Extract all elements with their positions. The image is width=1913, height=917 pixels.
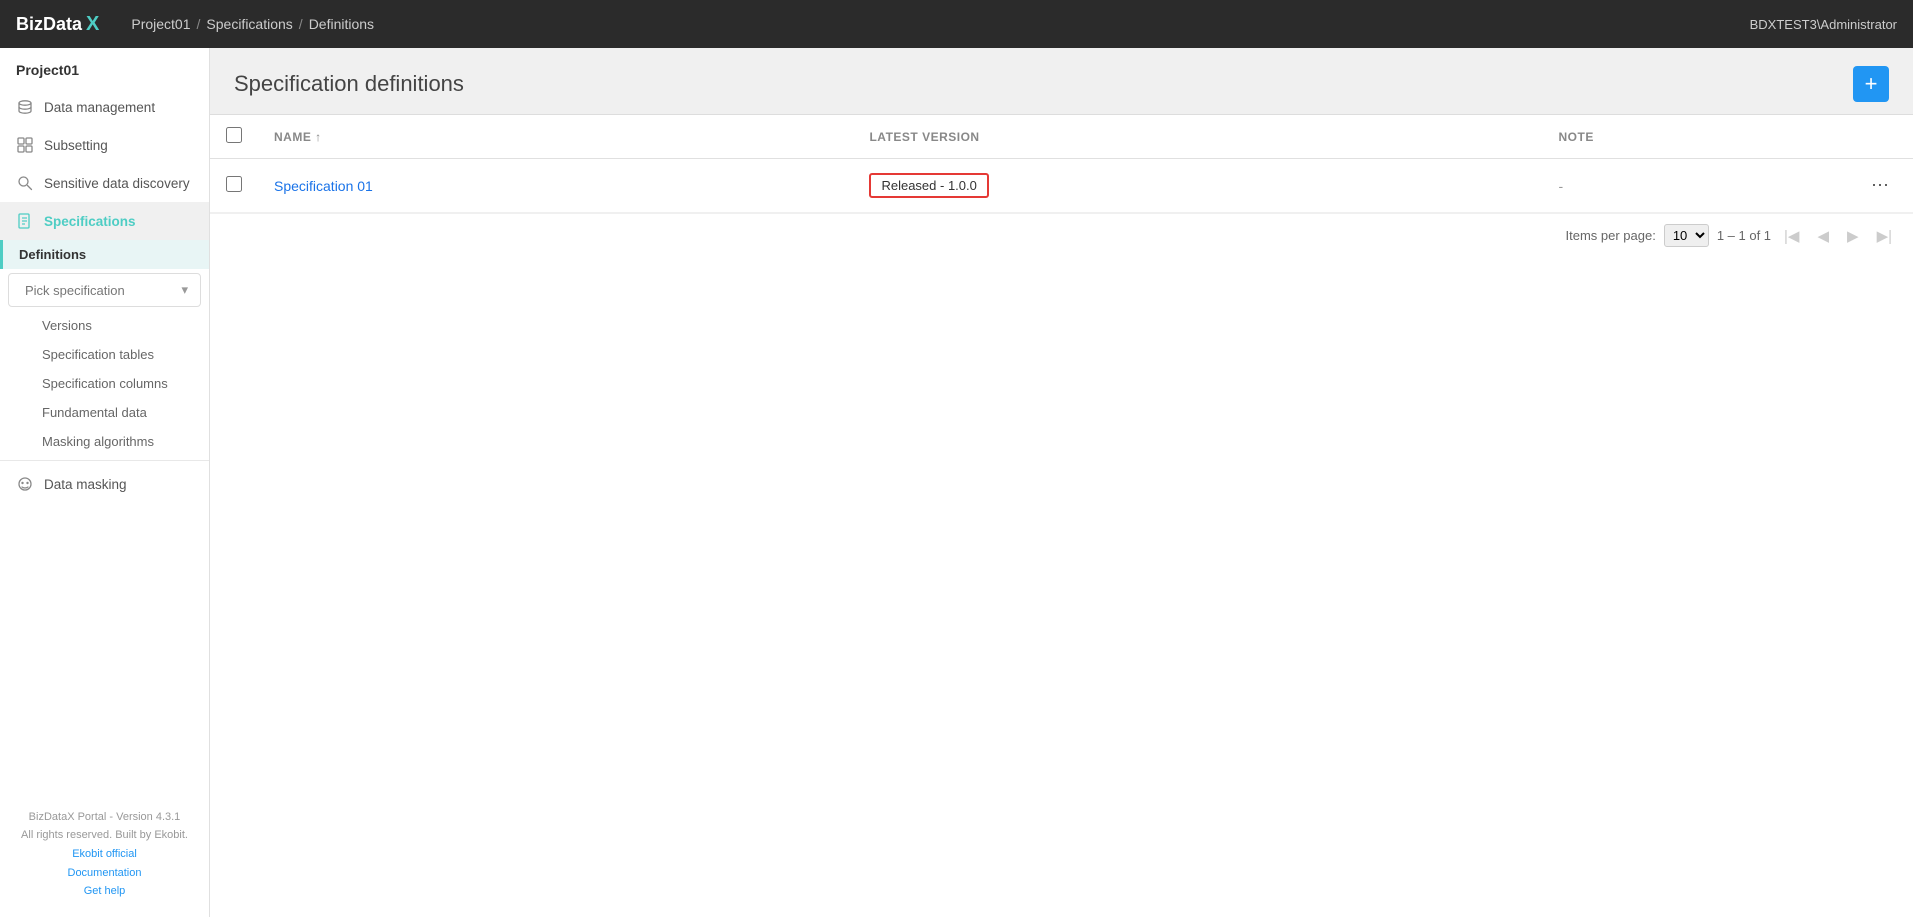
- topnav-left: BizData X Project01 / Specifications / D…: [16, 13, 374, 36]
- chevron-down-icon: ▾: [181, 282, 188, 298]
- definitions-label: Definitions: [19, 247, 86, 262]
- masking-algorithms-label: Masking algorithms: [42, 434, 154, 449]
- sidebar-item-sensitive-data[interactable]: Sensitive data discovery: [0, 164, 209, 202]
- breadcrumb-specifications[interactable]: Specifications: [206, 16, 292, 32]
- database-icon: [16, 98, 34, 116]
- spec-columns-label: Specification columns: [42, 376, 168, 391]
- logo-x: X: [86, 13, 99, 36]
- sidebar-subitem-versions[interactable]: Versions: [0, 311, 209, 340]
- row-note-cell: -: [1543, 159, 1849, 213]
- sidebar-item-data-management-label: Data management: [44, 100, 155, 115]
- fundamental-data-label: Fundamental data: [42, 405, 147, 420]
- sidebar-subitem-fundamental-data[interactable]: Fundamental data: [0, 398, 209, 427]
- versions-label: Versions: [42, 318, 92, 333]
- search-icon: [16, 174, 34, 192]
- pagination-range: 1 – 1 of 1: [1717, 228, 1771, 243]
- topnav: BizData X Project01 / Specifications / D…: [0, 0, 1913, 48]
- footer-version: BizDataX Portal - Version 4.3.1: [16, 808, 193, 827]
- table-header-row: NAME ↑ LATEST VERSION NOTE: [210, 115, 1913, 159]
- spec-tables-label: Specification tables: [42, 347, 154, 362]
- note-value: -: [1559, 178, 1564, 194]
- pagination-last-button[interactable]: ▶|: [1872, 225, 1897, 247]
- sidebar-item-data-masking-label: Data masking: [44, 477, 127, 492]
- sidebar-item-sensitive-data-label: Sensitive data discovery: [44, 176, 190, 191]
- sidebar-item-specifications[interactable]: Specifications: [0, 202, 209, 240]
- add-button[interactable]: +: [1853, 66, 1889, 102]
- main-content: Specification definitions + NAME ↑ LATES…: [210, 48, 1913, 917]
- row-version-cell: Released - 1.0.0: [853, 159, 1542, 213]
- sidebar-subitem-spec-tables[interactable]: Specification tables: [0, 340, 209, 369]
- items-per-page-select[interactable]: 10 25 50: [1664, 224, 1709, 247]
- row-more-button[interactable]: ⋯: [1865, 173, 1897, 198]
- breadcrumb: Project01 / Specifications / Definitions: [131, 16, 374, 32]
- logo-text: BizData: [16, 14, 82, 35]
- sidebar-divider: [0, 460, 209, 461]
- sidebar-item-specifications-label: Specifications: [44, 214, 136, 229]
- pagination-bar: Items per page: 10 25 50 1 – 1 of 1 |◀ ◀…: [210, 213, 1913, 257]
- main-header: Specification definitions +: [210, 48, 1913, 114]
- footer-link-help[interactable]: Get help: [16, 882, 193, 901]
- breadcrumb-definitions[interactable]: Definitions: [309, 16, 374, 32]
- select-all-checkbox[interactable]: [226, 127, 242, 143]
- row-actions-cell: ⋯: [1849, 159, 1913, 213]
- pagination-first-button[interactable]: |◀: [1779, 225, 1804, 247]
- sidebar-subitem-masking-algorithms[interactable]: Masking algorithms: [0, 427, 209, 456]
- row-checkbox[interactable]: [226, 176, 242, 192]
- book-icon: [16, 212, 34, 230]
- col-header-actions: [1849, 115, 1913, 159]
- pagination-prev-button[interactable]: ◀: [1812, 225, 1834, 247]
- table-container: NAME ↑ LATEST VERSION NOTE Specification…: [210, 114, 1913, 917]
- pick-spec-label: Pick specification: [25, 283, 125, 298]
- breadcrumb-sep2: /: [299, 16, 303, 32]
- logo[interactable]: BizData X: [16, 13, 99, 36]
- footer-link-ekobit[interactable]: Ekobit official: [16, 845, 193, 864]
- page-title: Specification definitions: [234, 71, 464, 97]
- sidebar-project-label: Project01: [0, 48, 209, 88]
- footer-rights: All rights reserved. Built by Ekobit.: [16, 826, 193, 845]
- col-header-note: NOTE: [1543, 115, 1849, 159]
- sidebar-footer: BizDataX Portal - Version 4.3.1 All righ…: [0, 792, 209, 917]
- mask-icon: [16, 475, 34, 493]
- sidebar-subitem-spec-columns[interactable]: Specification columns: [0, 369, 209, 398]
- breadcrumb-sep1: /: [197, 16, 201, 32]
- version-badge: Released - 1.0.0: [869, 173, 988, 198]
- pagination-next-button[interactable]: ▶: [1842, 225, 1864, 247]
- puzzle-icon: [16, 136, 34, 154]
- row-check-cell: [210, 159, 258, 213]
- user-label: BDXTEST3\Administrator: [1750, 17, 1897, 32]
- sidebar: Project01 Data management: [0, 48, 210, 917]
- table-row: Specification 01 Released - 1.0.0 - ⋯: [210, 159, 1913, 213]
- definitions-table: NAME ↑ LATEST VERSION NOTE Specification…: [210, 115, 1913, 213]
- sidebar-item-subsetting-label: Subsetting: [44, 138, 108, 153]
- row-name-cell[interactable]: Specification 01: [258, 159, 853, 213]
- items-per-page-label: Items per page:: [1565, 228, 1655, 243]
- layout: Project01 Data management: [0, 48, 1913, 917]
- pick-specification-dropdown[interactable]: Pick specification ▾: [8, 273, 201, 307]
- sidebar-item-data-masking[interactable]: Data masking: [0, 465, 209, 503]
- col-header-check: [210, 115, 258, 159]
- col-header-version: LATEST VERSION: [853, 115, 1542, 159]
- sidebar-item-subsetting[interactable]: Subsetting: [0, 126, 209, 164]
- breadcrumb-project[interactable]: Project01: [131, 16, 190, 32]
- sidebar-item-data-management[interactable]: Data management: [0, 88, 209, 126]
- sidebar-item-definitions[interactable]: Definitions: [0, 240, 209, 269]
- col-header-name: NAME ↑: [258, 115, 853, 159]
- footer-link-docs[interactable]: Documentation: [16, 864, 193, 883]
